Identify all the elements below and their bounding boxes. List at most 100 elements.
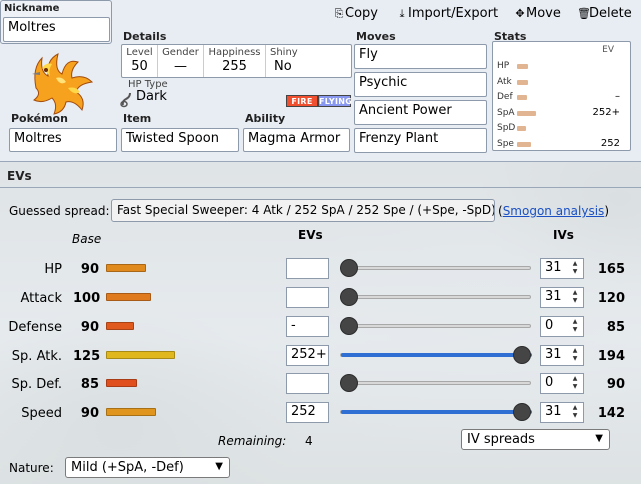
stat-summary-name: HP	[497, 61, 510, 71]
ability-input[interactable]: Magma Armor	[243, 128, 350, 152]
details-box[interactable]: Level 50 Gender — Happiness 255 Shiny No	[121, 44, 352, 78]
import-export-icon: ⤓	[399, 7, 405, 20]
ev-input[interactable]	[286, 258, 329, 279]
stat-summary-row: SpD	[493, 122, 630, 135]
smogon-analysis-link[interactable]: Smogon analysis	[503, 204, 605, 218]
stat-total-value: 90	[606, 377, 625, 392]
stat-summary-ev: 252	[600, 137, 620, 149]
details-heading: Details	[123, 30, 167, 43]
stats-summary-box[interactable]: EV HP Atk Def – SpA 252+ SpD Spe 252	[492, 41, 631, 151]
ev-input[interactable]: 252	[286, 402, 329, 423]
move-4-input[interactable]: Frenzy Plant	[354, 128, 487, 153]
ev-input[interactable]: -	[286, 316, 329, 337]
level-field[interactable]: Level 50	[122, 45, 158, 77]
stat-summary-row: HP	[493, 60, 630, 73]
ev-slider-thumb[interactable]	[513, 403, 531, 421]
stat-summary-row: Def –	[493, 91, 630, 104]
remaining-value: 4	[305, 434, 313, 448]
iv-spinner-icon[interactable]: ▲ ▼	[569, 347, 581, 364]
fire-type-badge: FIRE	[286, 95, 318, 107]
base-stat-bar	[106, 322, 134, 330]
item-label: Item	[123, 112, 152, 125]
iv-spreads-select[interactable]: IV spreads ▼	[461, 429, 610, 450]
stat-label: Sp. Def.	[11, 377, 62, 392]
stat-summary-row: SpA 252+	[493, 107, 630, 120]
stat-total-value: 194	[597, 349, 625, 364]
iv-spinner-icon[interactable]: ▲ ▼	[569, 404, 581, 421]
stat-summary-ev: –	[615, 91, 620, 102]
move-2-input[interactable]: Psychic	[354, 72, 487, 97]
ev-slider-thumb[interactable]	[340, 317, 358, 335]
flying-type-badge: FLYING	[318, 95, 353, 107]
chevron-down-icon: ▼	[215, 461, 223, 472]
gender-field[interactable]: Gender —	[158, 45, 204, 77]
base-stat-value: 100	[73, 291, 101, 306]
iv-input[interactable]: 31 ▲ ▼	[540, 402, 584, 423]
base-stat-value: 85	[80, 377, 99, 392]
ev-slider[interactable]	[340, 410, 532, 414]
ev-input[interactable]: 252+	[286, 345, 329, 366]
item-input[interactable]: Twisted Spoon	[121, 128, 239, 152]
copy-icon: ⎘	[334, 7, 344, 20]
guessed-spread-label: Guessed spread:	[9, 204, 110, 218]
ev-slider[interactable]	[340, 353, 532, 357]
iv-input[interactable]: 0 ▲ ▼	[540, 316, 584, 337]
twisted-spoon-item-icon	[120, 92, 131, 108]
stat-summary-ev: 252+	[592, 106, 620, 118]
move-1-input[interactable]: Fly	[354, 44, 487, 69]
ev-slider-thumb[interactable]	[513, 346, 531, 364]
iv-spinner-icon[interactable]: ▲ ▼	[569, 260, 581, 277]
stat-summary-bar	[517, 79, 528, 85]
hp-type-value: Dark	[136, 89, 167, 104]
remaining-label: Remaining:	[218, 434, 287, 448]
iv-value: 31	[545, 289, 562, 304]
base-column-header: Base	[72, 232, 102, 246]
iv-input[interactable]: 31 ▲ ▼	[540, 287, 584, 308]
stat-summary-name: SpA	[497, 107, 515, 118]
import-export-button[interactable]: ⤓ Import/Export	[396, 6, 499, 21]
nature-label: Nature:	[9, 461, 54, 475]
copy-button[interactable]: ⎘ Copy	[333, 6, 378, 21]
ev-slider-thumb[interactable]	[340, 259, 358, 277]
smogon-analysis-wrap: (Smogon analysis)	[498, 204, 609, 218]
guessed-spread-button[interactable]: Fast Special Sweeper: 4 Atk / 252 SpA / …	[111, 199, 495, 222]
delete-button[interactable]: 🗑Delete	[577, 6, 632, 21]
iv-input[interactable]: 31 ▲ ▼	[540, 258, 584, 279]
pokemon-label: Pokémon	[11, 112, 68, 125]
pokemon-input[interactable]: Moltres	[9, 128, 117, 152]
shiny-field[interactable]: Shiny No	[266, 45, 316, 77]
happiness-field[interactable]: Happiness 255	[204, 45, 266, 77]
ev-slider-thumb[interactable]	[340, 288, 358, 306]
ev-column-label: EV	[602, 45, 614, 55]
iv-spinner-icon[interactable]: ▲ ▼	[569, 375, 581, 392]
stat-total-value: 120	[597, 291, 625, 306]
stat-label: HP	[44, 262, 62, 277]
nature-select[interactable]: Mild (+SpA, -Def) ▼	[65, 457, 230, 478]
iv-spinner-icon[interactable]: ▲ ▼	[569, 289, 581, 306]
iv-input[interactable]: 31 ▲ ▼	[540, 345, 584, 366]
base-stat-value: 90	[80, 406, 99, 421]
evs-divider	[0, 187, 641, 188]
ev-slider[interactable]	[340, 381, 531, 385]
stat-summary-row: Spe 252	[493, 138, 630, 151]
stat-label: Defense	[8, 320, 62, 335]
stat-total-value: 142	[597, 406, 625, 421]
stat-total-value: 165	[597, 262, 625, 277]
base-stat-bar	[106, 379, 137, 387]
ev-input[interactable]	[286, 373, 329, 394]
move-icon: ✥	[515, 7, 525, 20]
stat-summary-bar	[517, 95, 527, 100]
base-stat-value: 90	[80, 262, 99, 277]
ev-slider[interactable]	[340, 266, 531, 270]
ev-input[interactable]	[286, 287, 329, 308]
stat-label: Attack	[20, 291, 62, 306]
ev-slider-thumb[interactable]	[340, 374, 358, 392]
iv-input[interactable]: 0 ▲ ▼	[540, 373, 584, 394]
iv-spinner-icon[interactable]: ▲ ▼	[569, 318, 581, 335]
nickname-input[interactable]: Moltres	[3, 17, 110, 42]
move-button[interactable]: ✥Move	[514, 6, 560, 21]
move-3-input[interactable]: Ancient Power	[354, 100, 487, 125]
ev-slider[interactable]	[340, 324, 531, 328]
stat-summary-name: SpD	[497, 123, 516, 133]
ev-slider[interactable]	[340, 295, 531, 299]
